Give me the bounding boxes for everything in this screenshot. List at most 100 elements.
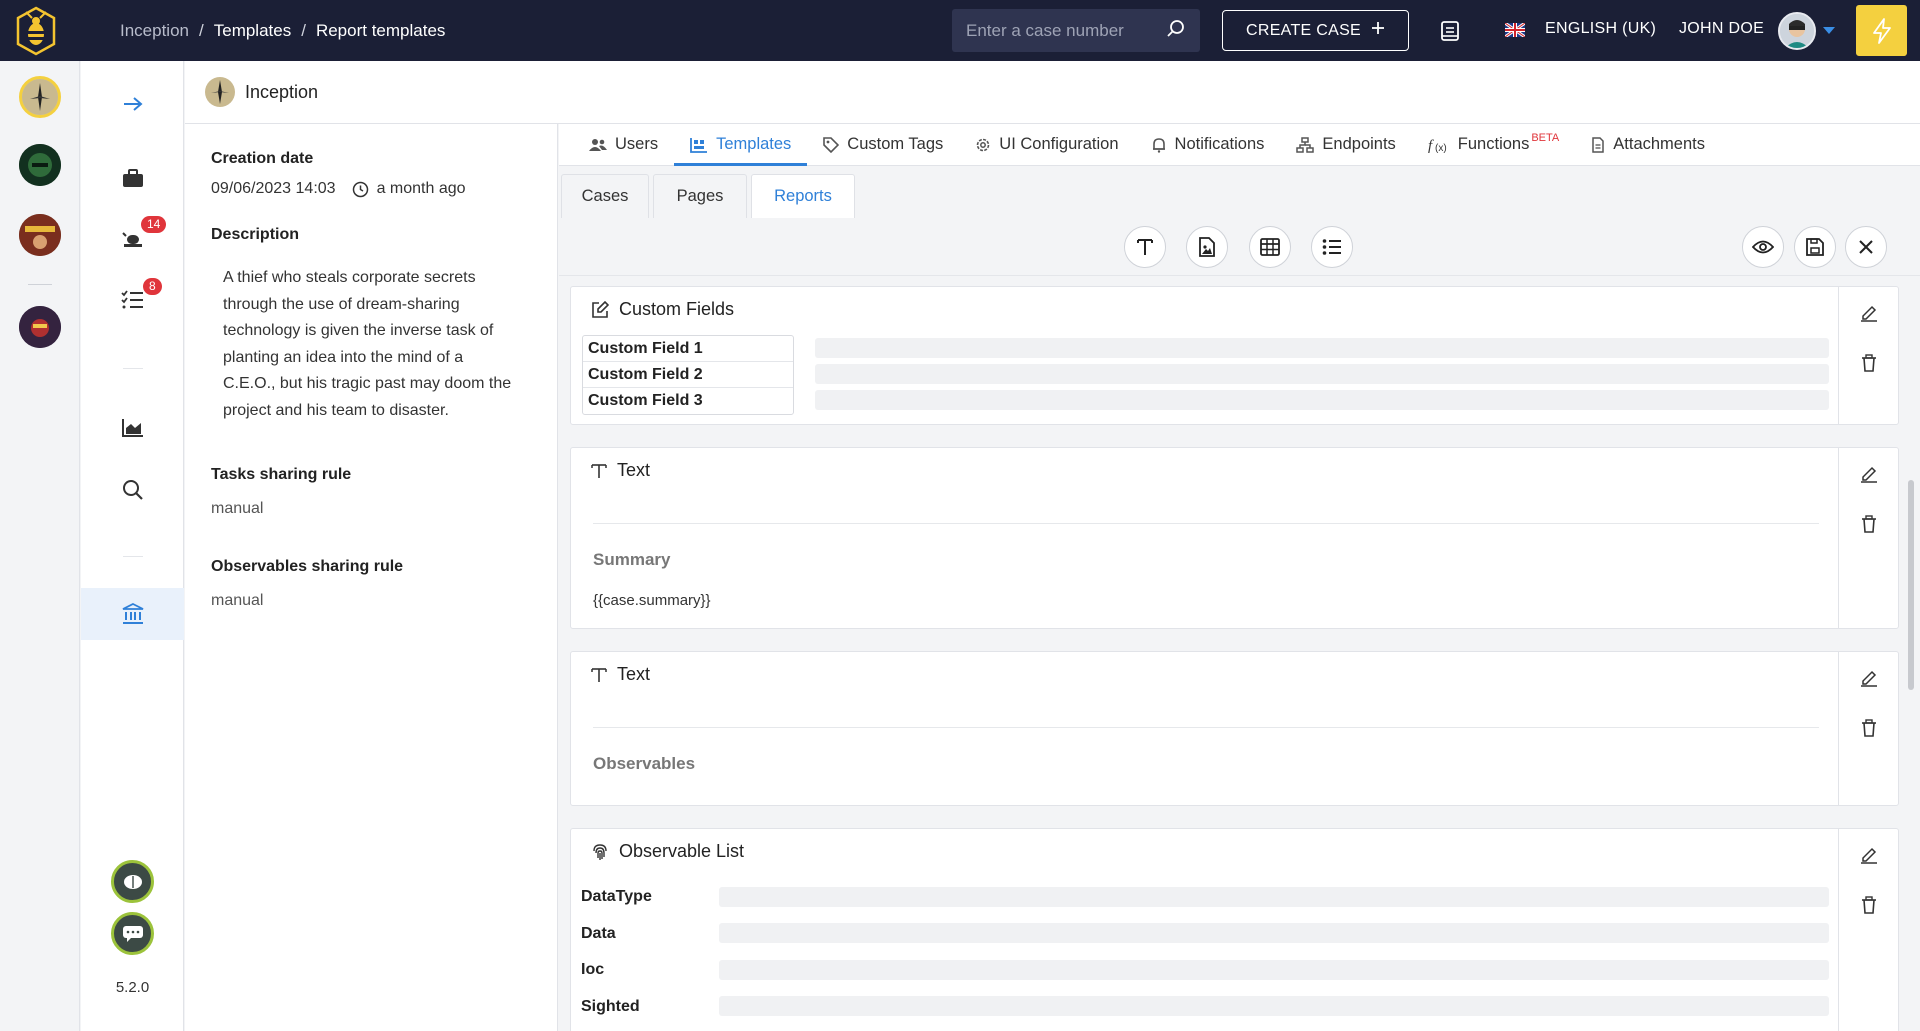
summary-heading: Summary: [593, 550, 671, 569]
delete-block-button[interactable]: [1859, 718, 1879, 738]
close-button[interactable]: [1845, 226, 1887, 268]
user-name[interactable]: JOHN DOE: [1679, 20, 1764, 38]
tab-functions-label: Functions: [1457, 135, 1530, 153]
search-icon: [122, 480, 143, 500]
text-block-title: Text: [617, 664, 651, 684]
nav-tasks[interactable]: 8: [81, 275, 184, 325]
observable-value-placeholder: [719, 887, 1829, 907]
tab-functions[interactable]: f (x) Functions BETA: [1412, 124, 1575, 165]
chat-button[interactable]: [111, 912, 154, 955]
block-actions: [1838, 287, 1898, 424]
observable-column-label: DataType: [581, 888, 652, 905]
text-icon: [591, 463, 607, 478]
nav-alerts[interactable]: 14: [81, 214, 184, 264]
edit-block-button[interactable]: [1859, 668, 1879, 688]
gear-icon: [976, 138, 990, 151]
quick-actions-button[interactable]: [1856, 5, 1907, 56]
thehive-logo[interactable]: [0, 0, 72, 61]
subtab-cases[interactable]: Cases: [561, 174, 649, 218]
edit-block-button[interactable]: [1859, 464, 1879, 484]
top-bar: Inception / Templates / Report templates…: [0, 0, 1920, 61]
tab-templates-label: Templates: [716, 135, 792, 153]
svg-text:f: f: [1428, 138, 1434, 153]
org-superhero-avatar[interactable]: [19, 306, 61, 348]
nav-cases[interactable]: [81, 153, 184, 203]
bolt-icon: [1872, 17, 1891, 44]
observable-column-label: Data: [581, 925, 616, 942]
observable-list-block[interactable]: Observable List DataType Data Ioc Sighte…: [570, 828, 1899, 1031]
tab-endpoints[interactable]: Endpoints: [1280, 124, 1411, 165]
observable-value-placeholder: [719, 960, 1829, 980]
tab-ui-configuration[interactable]: UI Configuration: [959, 124, 1134, 165]
chevron-down-icon[interactable]: [1823, 27, 1835, 34]
tab-custom-tags-label: Custom Tags: [847, 135, 944, 153]
area-chart-icon: [121, 419, 143, 437]
file-image-icon: [1199, 237, 1215, 257]
report-editor-toolbar: [559, 218, 1920, 276]
tab-attachments[interactable]: Attachments: [1575, 124, 1721, 165]
nav-search[interactable]: [81, 465, 184, 515]
breadcrumb-org[interactable]: Inception: [120, 21, 189, 41]
alerts-count-badge: 14: [141, 216, 167, 233]
tab-notifications[interactable]: Notifications: [1135, 124, 1281, 165]
file-icon: [1592, 136, 1605, 153]
pencil-icon: [1861, 466, 1877, 483]
text-block-title: Text: [617, 460, 651, 480]
observable-value-placeholder: [719, 996, 1829, 1016]
creation-date: 09/06/2023 14:03: [211, 180, 336, 197]
nav-organisation[interactable]: [81, 588, 184, 640]
text-block[interactable]: Text Summary {{case.summary}}: [570, 447, 1899, 629]
plus-icon: [1371, 21, 1385, 40]
save-button[interactable]: [1794, 226, 1836, 268]
tab-users[interactable]: Users: [573, 124, 674, 165]
delete-block-button[interactable]: [1859, 514, 1879, 534]
briefcase-icon: [122, 169, 143, 187]
trash-icon: [1862, 719, 1876, 737]
observable-list-title: Observable List: [619, 841, 745, 861]
org-inception-avatar[interactable]: [19, 76, 61, 118]
preview-button[interactable]: [1742, 226, 1784, 268]
add-text-block-button[interactable]: [1124, 226, 1166, 268]
tab-custom-tags[interactable]: Custom Tags: [807, 124, 959, 165]
pencil-icon: [1861, 305, 1877, 322]
observable-column-label: Sighted: [581, 998, 640, 1015]
subtab-reports[interactable]: Reports: [751, 174, 855, 218]
edit-block-button[interactable]: [1859, 303, 1879, 323]
org-matrix-avatar[interactable]: [19, 144, 61, 186]
breadcrumb-templates[interactable]: Templates: [214, 21, 291, 41]
observables-sharing-rule-label: Observables sharing rule: [211, 558, 404, 575]
search-icon[interactable]: [1166, 18, 1186, 43]
subtab-pages[interactable]: Pages: [653, 174, 747, 218]
uk-flag-icon[interactable]: [1504, 21, 1526, 39]
org-pulp-fiction-avatar[interactable]: [19, 214, 61, 256]
case-number-input[interactable]: [966, 20, 1156, 41]
report-canvas: Custom Fields Custom Field 1 Custom Fiel…: [559, 276, 1920, 1031]
tab-templates[interactable]: Templates: [674, 124, 808, 166]
nav-dashboards[interactable]: [81, 403, 184, 453]
description-label: Description: [211, 226, 300, 243]
expand-menu-button[interactable]: [81, 79, 184, 129]
add-table-block-button[interactable]: [1249, 226, 1291, 268]
clock-icon: [352, 181, 369, 198]
trash-icon: [1862, 896, 1876, 914]
custom-fields-block[interactable]: Custom Fields Custom Field 1 Custom Fiel…: [570, 286, 1899, 425]
delete-block-button[interactable]: [1859, 353, 1879, 373]
documentation-icon[interactable]: [1440, 20, 1460, 47]
add-list-block-button[interactable]: [1311, 226, 1353, 268]
create-case-button[interactable]: CREATE CASE: [1222, 10, 1409, 51]
block-actions: [1838, 652, 1898, 805]
canvas-scrollbar[interactable]: [1908, 276, 1914, 1031]
language-selector[interactable]: ENGLISH (UK): [1545, 20, 1656, 38]
brain-assistant-button[interactable]: [111, 860, 154, 903]
edit-block-button[interactable]: [1859, 845, 1879, 865]
user-avatar[interactable]: [1778, 12, 1816, 50]
template-subtabs: Cases Pages Reports: [559, 166, 1920, 218]
close-icon: [1859, 240, 1873, 254]
text-block[interactable]: Text Observables: [570, 651, 1899, 806]
tasks-count-badge: 8: [143, 278, 162, 295]
case-search: [952, 9, 1200, 52]
delete-block-button[interactable]: [1859, 895, 1879, 915]
add-image-block-button[interactable]: [1186, 226, 1228, 268]
network-icon: [1296, 136, 1315, 153]
scrollbar-thumb[interactable]: [1908, 480, 1914, 690]
